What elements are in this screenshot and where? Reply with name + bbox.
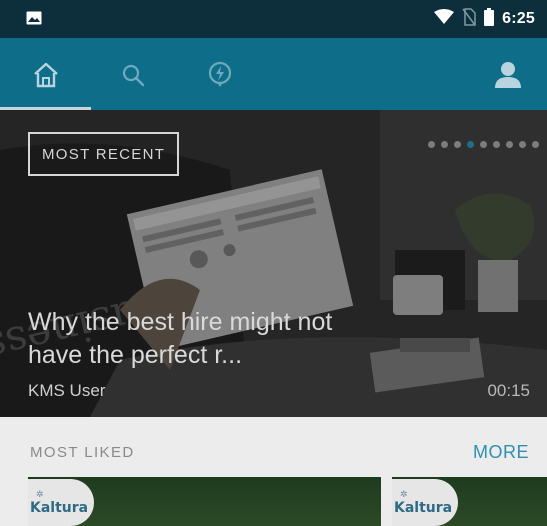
carousel-dot[interactable] (532, 141, 539, 148)
kaltura-logo: ✲ Kaltura (392, 479, 458, 526)
carousel-dot[interactable] (428, 141, 435, 148)
app-bar (0, 38, 547, 110)
carousel-dot[interactable] (467, 141, 474, 148)
no-sim-icon (462, 7, 476, 31)
logo-text: Kaltura (394, 500, 453, 516)
carousel-dot[interactable] (454, 141, 461, 148)
carousel-dot[interactable] (493, 141, 500, 148)
search-icon (122, 64, 145, 87)
wifi-icon (434, 8, 455, 30)
nav-search-tab[interactable] (118, 60, 148, 90)
media-card[interactable]: ✲ Kaltura (28, 477, 381, 526)
bolt-icon (208, 61, 232, 87)
carousel-indicator (428, 141, 539, 148)
status-bar: 6:25 (0, 0, 547, 38)
logo-text: Kaltura (30, 500, 89, 516)
battery-icon (484, 7, 495, 31)
nav-profile-button[interactable] (493, 60, 523, 90)
status-time: 6:25 (502, 10, 535, 27)
kaltura-logo: ✲ Kaltura (28, 479, 94, 526)
hero-author: KMS User (28, 381, 106, 400)
kaltura-mark-icon: ✲ (36, 489, 44, 499)
nav-home-tab[interactable] (31, 60, 61, 90)
most-liked-section: MOST LIKED MORE ✲ Kaltura ✲ Kaltura (0, 417, 547, 526)
carousel-dot[interactable] (480, 141, 487, 148)
most-liked-title: MOST LIKED (30, 444, 135, 461)
profile-icon (495, 62, 521, 88)
image-icon (26, 11, 42, 25)
home-icon (34, 62, 58, 88)
hero-duration: 00:15 (487, 381, 530, 400)
featured-media-card[interactable]: Business MOST RECENT Why the best hire m… (0, 110, 547, 417)
media-card[interactable]: ✲ Kaltura (392, 477, 547, 526)
kaltura-mark-icon: ✲ (400, 489, 408, 499)
carousel-dot[interactable] (441, 141, 448, 148)
nav-trending-tab[interactable] (205, 60, 235, 90)
hero-title: Why the best hire might not have the per… (28, 308, 333, 369)
status-icons: 6:25 (434, 7, 535, 31)
carousel-dot[interactable] (506, 141, 513, 148)
most-recent-badge: MOST RECENT (28, 132, 180, 176)
carousel-dot[interactable] (519, 141, 526, 148)
more-link[interactable]: MORE (473, 442, 529, 463)
